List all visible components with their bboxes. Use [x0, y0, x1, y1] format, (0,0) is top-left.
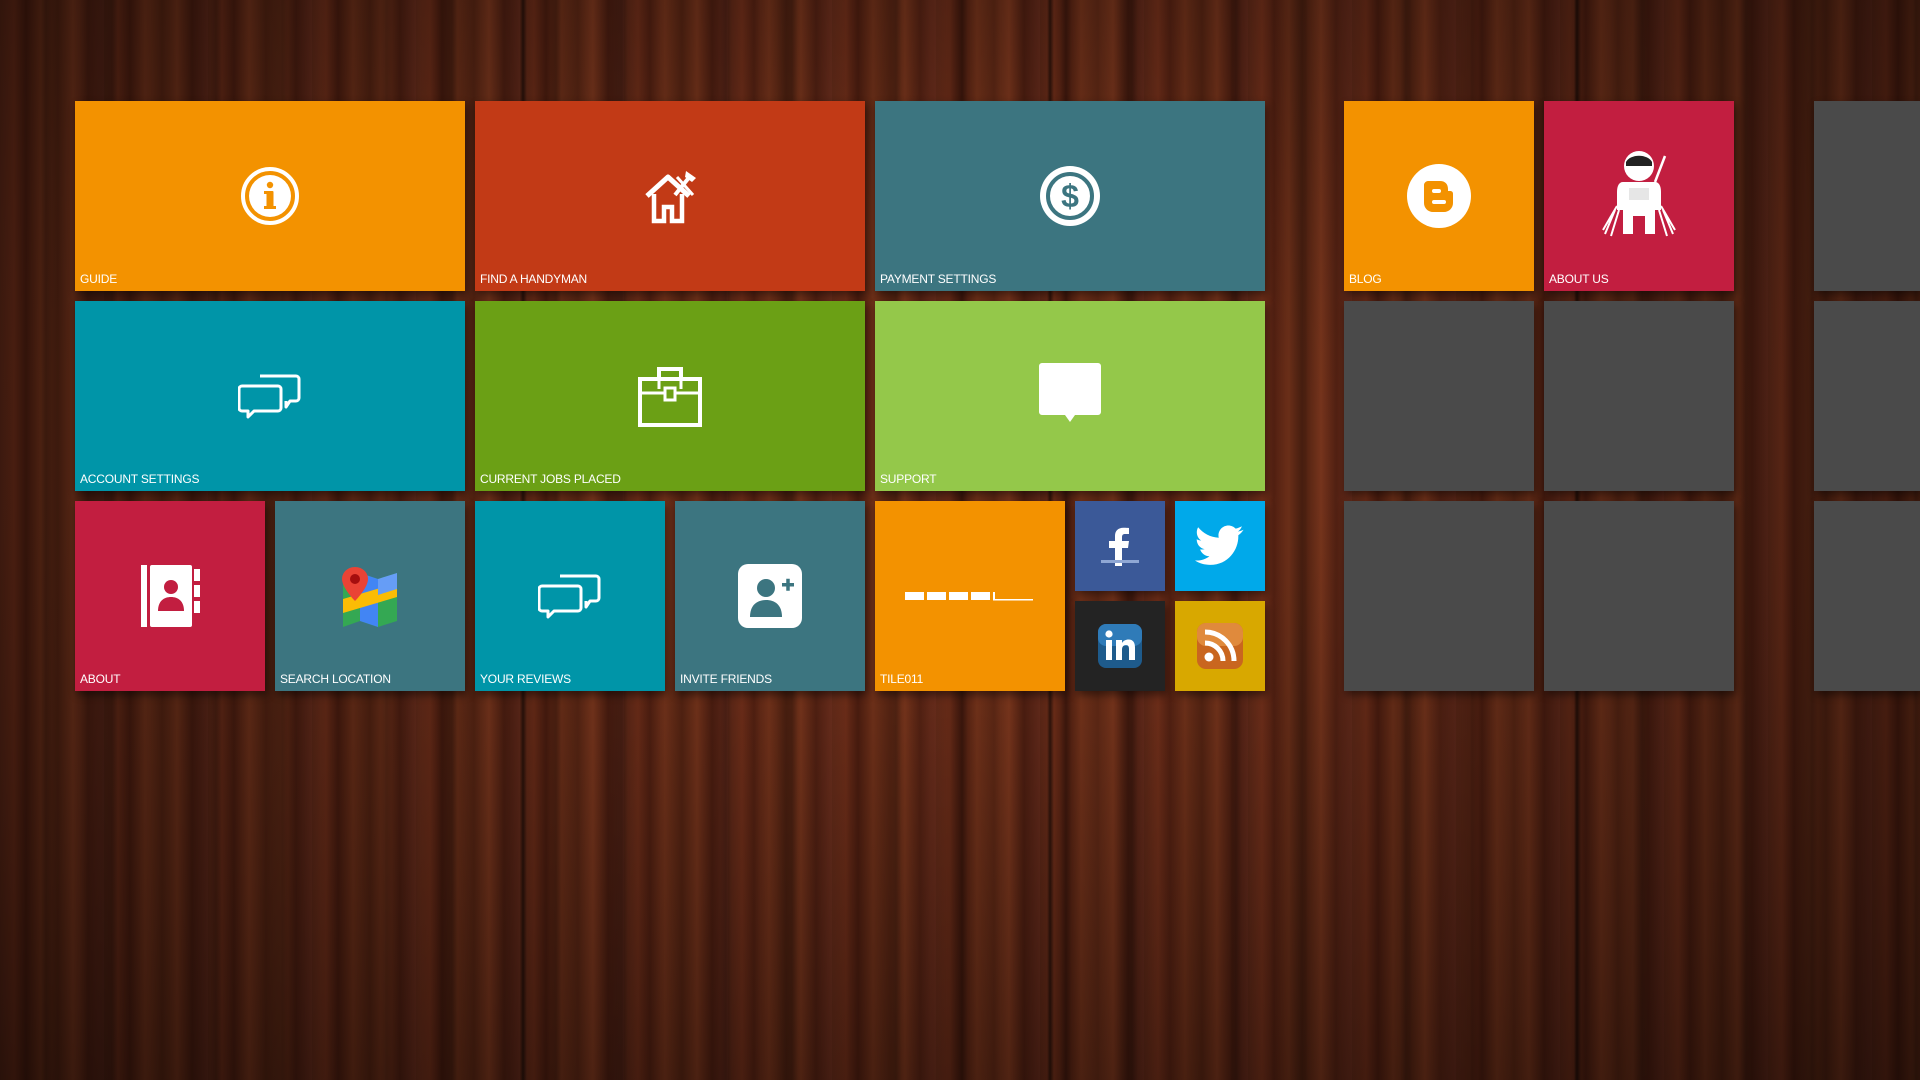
info-icon [239, 165, 301, 227]
dollar-icon: $ [1037, 163, 1103, 229]
tile-label: SEARCH LOCATION [280, 672, 391, 686]
tile-label: PAYMENT SETTINGS [880, 272, 997, 286]
tile-label: SUPPORT [880, 472, 937, 486]
tile-label: TILE011 [880, 672, 924, 686]
add-user-icon [737, 563, 803, 629]
blogger-icon [1406, 163, 1472, 229]
facebook-icon [1098, 524, 1142, 568]
tile-your-reviews[interactable]: YOUR REVIEWS [475, 501, 665, 691]
contacts-book-icon [137, 563, 203, 629]
tile-rss[interactable] [1175, 601, 1265, 691]
tile-label: FIND A HANDYMAN [480, 272, 588, 286]
empty-tile[interactable] [1814, 501, 1920, 691]
tile-label: ACCOUNT SETTINGS [80, 472, 200, 486]
tile-facebook[interactable] [1075, 501, 1165, 591]
tile-label: YOUR REVIEWS [480, 672, 571, 686]
tile-label: BLOG [1349, 272, 1382, 286]
empty-tile[interactable] [1814, 101, 1920, 291]
tile-payment-settings[interactable]: $ PAYMENT SETTINGS [875, 101, 1265, 291]
speech-bubble-icon [1037, 360, 1103, 426]
tile-search-location[interactable]: SEARCH LOCATION [275, 501, 465, 691]
briefcase-icon [637, 363, 703, 429]
tile-blog[interactable]: BLOG [1344, 101, 1534, 291]
tile-about[interactable]: ABOUT [75, 501, 265, 691]
tile-about-us[interactable]: ABOUT US [1544, 101, 1734, 291]
tile-label: ABOUT US [1549, 272, 1609, 286]
tile-tile011[interactable]: TILE011 [875, 501, 1065, 691]
tile-invite-friends[interactable]: INVITE FRIENDS [675, 501, 865, 691]
empty-tile[interactable] [1344, 501, 1534, 691]
astronaut-icon [1599, 148, 1679, 244]
tile-twitter[interactable] [1175, 501, 1265, 591]
tile-current-jobs[interactable]: CURRENT JOBS PLACED [475, 301, 865, 491]
tile-linkedin[interactable] [1075, 601, 1165, 691]
empty-tile[interactable] [1814, 301, 1920, 491]
tile-label: ABOUT [80, 672, 121, 686]
empty-tile[interactable] [1544, 501, 1734, 691]
tile-support[interactable]: SUPPORT [875, 301, 1265, 491]
tile-label: GUIDE [80, 272, 118, 286]
chat-bubbles-icon [538, 572, 602, 620]
chat-bubbles-icon [238, 372, 302, 420]
tile-account-settings[interactable]: ACCOUNT SETTINGS [75, 301, 465, 491]
progress-dashes-icon [905, 590, 1035, 602]
empty-tile[interactable] [1544, 301, 1734, 491]
map-pin-icon [340, 565, 400, 627]
svg-text:$: $ [1061, 178, 1079, 214]
tile-find-handyman[interactable]: FIND A HANDYMAN [475, 101, 865, 291]
rss-icon [1196, 622, 1244, 670]
linkedin-icon [1097, 623, 1143, 669]
house-tools-icon [639, 165, 701, 227]
tile-label: CURRENT JOBS PLACED [480, 472, 621, 486]
twitter-icon [1195, 525, 1245, 567]
empty-tile[interactable] [1344, 301, 1534, 491]
tile-label: INVITE FRIENDS [680, 672, 772, 686]
tile-guide[interactable]: GUIDE [75, 101, 465, 291]
